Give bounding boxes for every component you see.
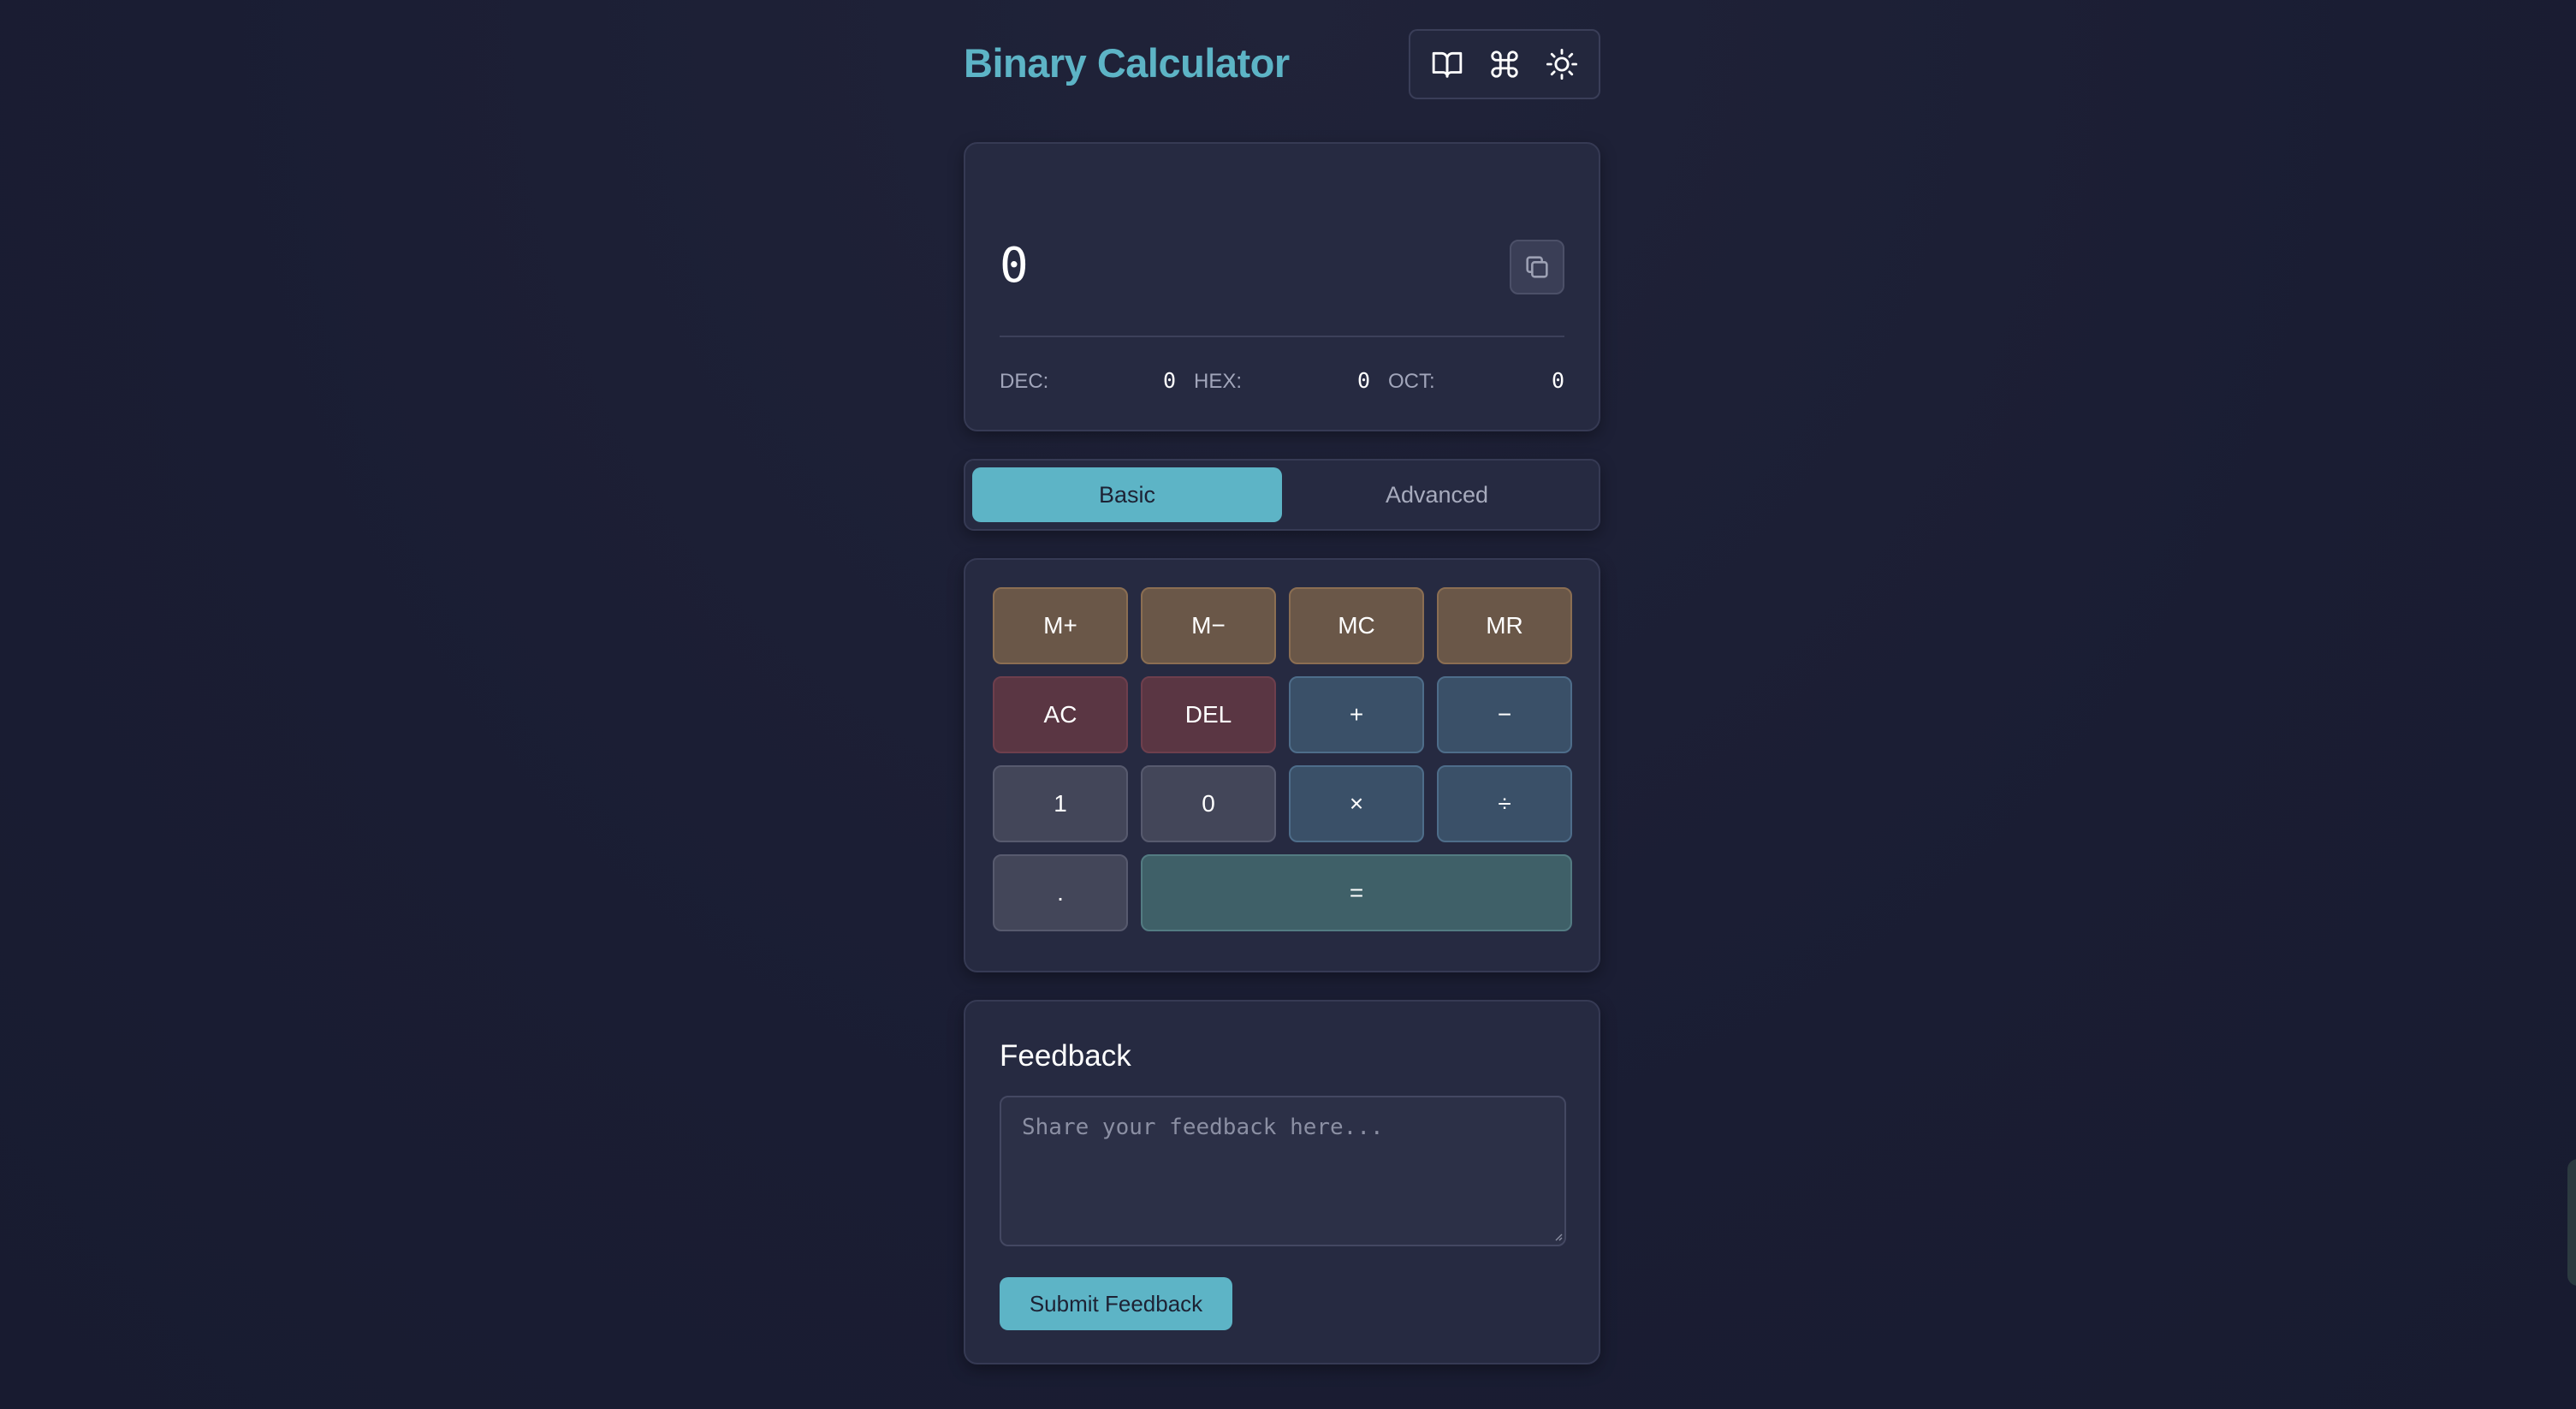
- feedback-section: Feedback Submit Feedback: [964, 1000, 1600, 1364]
- calculator-display: 0 DEC: 0 HEX: 0 OCT: 0: [964, 142, 1600, 431]
- docs-button[interactable]: [1423, 40, 1471, 88]
- mode-tabs: Basic Advanced: [964, 459, 1600, 531]
- copy-icon: [1526, 256, 1548, 278]
- feedback-title: Feedback: [1000, 1039, 1131, 1073]
- submit-feedback-button[interactable]: Submit Feedback: [1000, 1277, 1232, 1330]
- memory-subtract-button[interactable]: M−: [1141, 587, 1276, 664]
- conversion-value: 0: [1551, 368, 1564, 393]
- tab-advanced[interactable]: Advanced: [1282, 467, 1592, 522]
- sun-icon: [1546, 48, 1577, 80]
- conversion-label: OCT:: [1388, 370, 1435, 393]
- tab-basic[interactable]: Basic: [972, 467, 1282, 522]
- side-panel-handle[interactable]: [2567, 1159, 2576, 1286]
- display-divider: [1000, 336, 1564, 337]
- conversion-value: 0: [1162, 368, 1176, 393]
- conversion-hex: HEX: 0: [1194, 368, 1370, 394]
- theme-toggle-button[interactable]: [1538, 40, 1586, 88]
- page-title: Binary Calculator: [964, 40, 1290, 86]
- memory-add-button[interactable]: M+: [993, 587, 1128, 664]
- copy-button[interactable]: [1510, 240, 1564, 294]
- shortcuts-button[interactable]: [1481, 40, 1528, 88]
- resize-handle-icon[interactable]: [1552, 1231, 1563, 1241]
- keypad: M+ M− MC MR AC DEL + − 1 0 × ÷ . =: [964, 558, 1600, 972]
- decimal-point-button[interactable]: .: [993, 854, 1128, 931]
- conversion-oct: OCT: 0: [1388, 368, 1564, 394]
- command-icon: [1491, 51, 1518, 78]
- book-open-icon: [1433, 51, 1463, 78]
- all-clear-button[interactable]: AC: [993, 676, 1128, 753]
- equals-button[interactable]: =: [1141, 854, 1572, 931]
- divide-button[interactable]: ÷: [1437, 765, 1572, 842]
- subtract-button[interactable]: −: [1437, 676, 1572, 753]
- feedback-textarea[interactable]: [1000, 1096, 1566, 1246]
- digit-zero-button[interactable]: 0: [1141, 765, 1276, 842]
- header: Binary Calculator: [964, 0, 1600, 142]
- display-value: 0: [1000, 238, 1029, 294]
- memory-recall-button[interactable]: MR: [1437, 587, 1572, 664]
- conversion-value: 0: [1356, 368, 1370, 393]
- add-button[interactable]: +: [1289, 676, 1424, 753]
- delete-button[interactable]: DEL: [1141, 676, 1276, 753]
- conversion-dec: DEC: 0: [1000, 368, 1176, 394]
- conversions-row: DEC: 0 HEX: 0 OCT: 0: [1000, 368, 1564, 394]
- toolbar: [1409, 29, 1600, 99]
- app-container: Binary Calculator 0 DEC: 0 HEX: 0 OCT: 0…: [964, 0, 1600, 1364]
- multiply-button[interactable]: ×: [1289, 765, 1424, 842]
- memory-clear-button[interactable]: MC: [1289, 587, 1424, 664]
- conversion-label: DEC:: [1000, 370, 1049, 393]
- conversion-label: HEX:: [1194, 370, 1243, 393]
- digit-one-button[interactable]: 1: [993, 765, 1128, 842]
